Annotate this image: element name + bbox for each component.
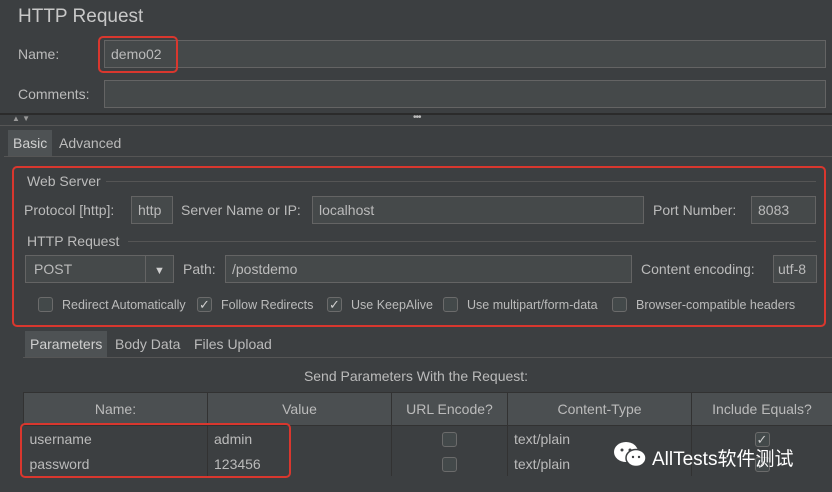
url-encode-checkbox[interactable] [442,456,457,472]
table-header-row: Name: Value URL Encode? Content-Type Inc… [23,392,832,426]
column-header-content-type[interactable]: Content-Type [507,392,692,426]
wechat-icon [612,440,648,470]
column-header-include-equals[interactable]: Include Equals? [691,392,832,426]
tab-advanced[interactable]: Advanced [54,130,126,156]
name-input[interactable]: demo02 [104,40,826,68]
params-caption: Send Parameters With the Request: [303,368,529,384]
split-handle-icon[interactable]: ••• [413,112,421,123]
url-encode-cell[interactable] [391,451,508,476]
url-encode-checkbox[interactable] [442,431,457,447]
comments-input[interactable] [104,80,826,108]
tab-files-upload[interactable]: Files Upload [189,331,277,357]
column-header-value[interactable]: Value [207,392,392,426]
column-header-url-encode[interactable]: URL Encode? [391,392,508,426]
page-title: HTTP Request [18,6,144,27]
column-header-name[interactable]: Name: [23,392,208,426]
name-highlight [98,36,178,73]
tab-parameters[interactable]: Parameters [25,331,108,357]
comments-label: Comments: [18,86,90,102]
url-encode-cell[interactable] [391,425,508,451]
collapse-arrows-icon[interactable]: ▲ ▼ [12,114,30,123]
divider [0,125,832,126]
params-highlight [20,423,291,478]
tab-underline [4,156,832,157]
tab-basic[interactable]: Basic [8,130,53,156]
server-config-highlight [12,166,826,327]
param-tab-underline [23,357,832,358]
tab-body-data[interactable]: Body Data [110,331,185,357]
name-label: Name: [18,46,60,62]
watermark-text: AllTests软件测试 [652,449,794,470]
